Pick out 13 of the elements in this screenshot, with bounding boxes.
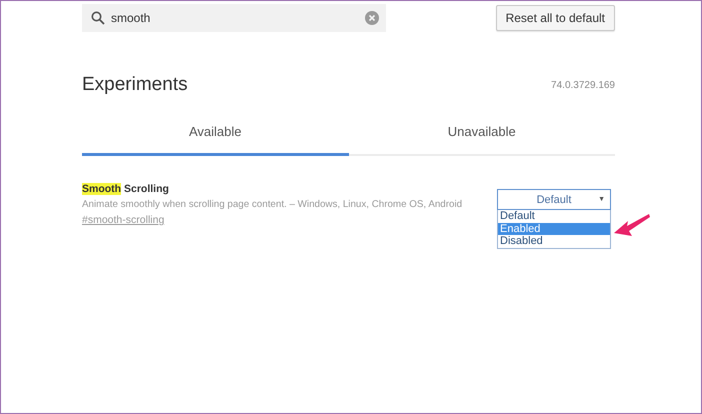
tab[interactable]: Available xyxy=(82,116,348,156)
page-title: Experiments xyxy=(82,74,188,96)
reset-button[interactable]: Reset all to default xyxy=(496,5,615,31)
experiment-name: Smooth Scrolling xyxy=(82,183,170,195)
version-text: 74.0.3729.169 xyxy=(551,80,615,90)
search-icon xyxy=(91,11,105,25)
clear-icon[interactable] xyxy=(365,11,379,25)
tab[interactable]: Unavailable xyxy=(348,116,615,156)
search-field[interactable]: smooth xyxy=(82,4,386,32)
annotation-arrow xyxy=(613,212,651,238)
dropdown-option[interactable]: Default xyxy=(498,210,610,222)
dropdown-option[interactable]: Disabled xyxy=(498,235,610,248)
experiment-description: Animate smoothly when scrolling page content. – Windows, Linux, Chrome OS, Android xyxy=(82,199,462,210)
